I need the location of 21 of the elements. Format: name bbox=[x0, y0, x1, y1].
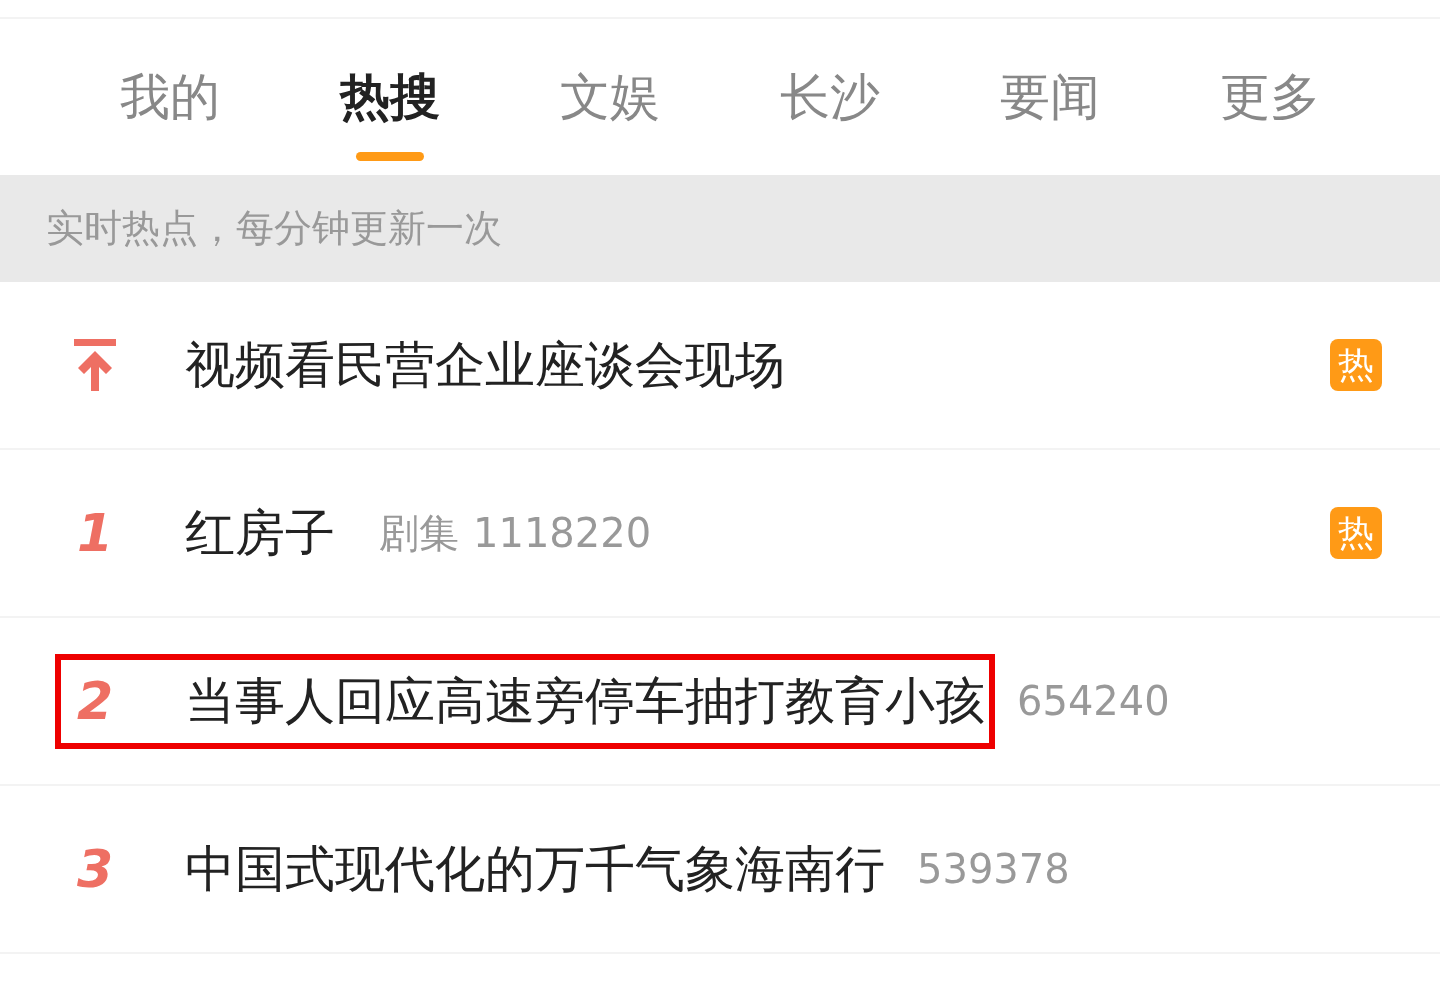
hot-count: 1118220 bbox=[473, 510, 652, 556]
tab[interactable]: 我的 bbox=[60, 19, 280, 175]
rank-number: 3 bbox=[76, 839, 114, 899]
category-label: 剧集 bbox=[379, 508, 459, 558]
pin-to-top-icon bbox=[74, 339, 116, 391]
tab[interactable]: 文娱 bbox=[500, 19, 720, 175]
rank-number: 1 bbox=[76, 503, 114, 563]
topic-title[interactable]: 视频看民营企业座谈会现场 bbox=[185, 331, 785, 399]
hot-count: 539378 bbox=[917, 846, 1070, 892]
tab[interactable]: 更多 bbox=[1160, 19, 1380, 175]
topic-title[interactable]: 红房子 bbox=[185, 499, 335, 567]
banner-text: 实时热点，每分钟更新一次 bbox=[46, 205, 502, 252]
tab[interactable]: 长沙 bbox=[720, 19, 940, 175]
topic-title[interactable]: 当事人回应高速旁停车抽打教育小孩 bbox=[185, 667, 985, 735]
topic-title[interactable]: 中国式现代化的万千气象海南行 bbox=[185, 835, 885, 903]
hot-badge: 热 bbox=[1330, 339, 1382, 391]
hot-badge: 热 bbox=[1330, 507, 1382, 559]
tab[interactable]: 要闻 bbox=[940, 19, 1160, 175]
tab[interactable]: 热搜 bbox=[280, 19, 500, 175]
hot-count: 654240 bbox=[1017, 678, 1170, 724]
rank-number: 2 bbox=[76, 671, 114, 731]
